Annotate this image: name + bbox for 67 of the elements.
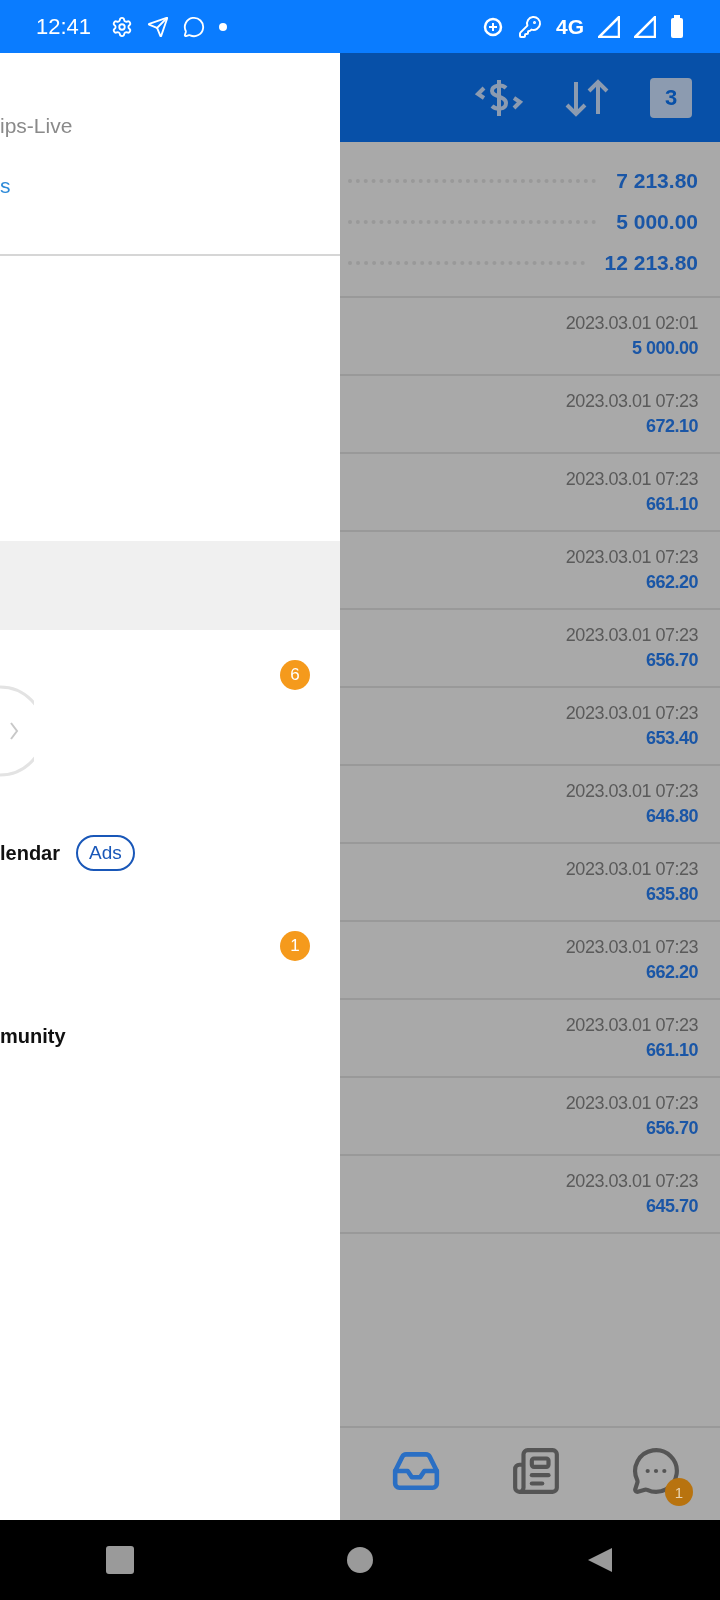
transaction-row[interactable]: 2023.03.01 07:23 645.70 <box>340 1156 720 1234</box>
calendar-icon[interactable]: 3 <box>650 77 692 118</box>
count-badge: 1 <box>280 931 310 961</box>
transaction-date: 2023.03.01 07:23 <box>565 391 698 412</box>
transaction-amount: 661.10 <box>645 1040 698 1061</box>
transaction-row[interactable]: 2023.03.01 02:01 5 000.00 <box>340 298 720 376</box>
signal-icon <box>598 15 620 38</box>
chevron-circle-icon <box>0 685 34 777</box>
currency-exchange-icon[interactable] <box>474 77 524 118</box>
transaction-date: 2023.03.01 02:01 <box>565 313 698 334</box>
home-icon[interactable] <box>346 1546 374 1574</box>
summary-value: 5 000.00 <box>616 209 698 234</box>
dot-icon <box>219 22 228 31</box>
sort-arrows-icon[interactable] <box>564 77 610 118</box>
transaction-date: 2023.03.01 07:23 <box>565 469 698 490</box>
count-badge: 6 <box>280 660 310 690</box>
transaction-amount: 635.80 <box>645 884 698 905</box>
transaction-amount: 662.20 <box>645 962 698 983</box>
menu-label[interactable]: munity <box>0 1024 66 1048</box>
summary-value: 12 213.80 <box>604 250 698 275</box>
transaction-date: 2023.03.01 07:23 <box>565 1093 698 1114</box>
transaction-row[interactable]: 2023.03.01 07:23 646.80 <box>340 766 720 844</box>
transaction-row[interactable]: 2023.03.01 07:23 662.20 <box>340 922 720 1000</box>
transaction-amount: 646.80 <box>645 806 698 827</box>
account-name: ips-Live <box>0 113 74 139</box>
transaction-amount: 653.40 <box>645 728 698 749</box>
data-saver-icon <box>482 15 504 38</box>
transaction-date: 2023.03.01 07:23 <box>565 1015 698 1036</box>
account-link[interactable]: s <box>0 173 11 199</box>
settings-icon <box>111 15 134 38</box>
summary-value: 7 213.80 <box>616 168 698 193</box>
transaction-date: 2023.03.01 07:23 <box>565 781 698 802</box>
transaction-row[interactable]: 2023.03.01 07:23 672.10 <box>340 376 720 454</box>
battery-icon <box>670 14 684 39</box>
ads-tag: Ads <box>76 835 135 871</box>
transaction-date: 2023.03.01 07:23 <box>565 547 698 568</box>
count-badge: 1 <box>665 1478 693 1506</box>
transaction-date: 2023.03.01 07:23 <box>565 703 698 724</box>
transaction-amount: 661.10 <box>645 494 698 515</box>
transaction-row[interactable]: 2023.03.01 07:23 661.10 <box>340 1000 720 1078</box>
nav-tab[interactable]: 1 <box>627 1442 693 1506</box>
menu-label[interactable]: lendar <box>0 841 61 865</box>
transaction-amount: 645.70 <box>645 1196 698 1217</box>
transaction-date: 2023.03.01 07:23 <box>565 625 698 646</box>
transaction-row[interactable]: 2023.03.01 07:23 661.10 <box>340 454 720 532</box>
newspaper-icon <box>511 1446 561 1496</box>
transaction-amount: 5 000.00 <box>631 338 698 359</box>
transaction-date: 2023.03.01 07:23 <box>565 859 698 880</box>
transaction-row[interactable]: 2023.03.01 07:23 656.70 <box>340 1078 720 1156</box>
transaction-amount: 656.70 <box>645 650 698 671</box>
signal-icon <box>634 15 656 38</box>
clock: 12:41 <box>36 13 92 40</box>
transaction-amount: 656.70 <box>645 1118 698 1139</box>
key-icon <box>518 14 542 39</box>
transaction-amount: 672.10 <box>645 416 698 437</box>
transaction-date: 2023.03.01 07:23 <box>565 937 698 958</box>
message-icon <box>183 15 206 38</box>
chat-icon <box>631 1446 681 1496</box>
transaction-row[interactable]: 2023.03.01 07:23 653.40 <box>340 688 720 766</box>
network-type: 4G <box>556 14 584 39</box>
transaction-date: 2023.03.01 07:23 <box>565 1171 698 1192</box>
transaction-amount: 662.20 <box>645 572 698 593</box>
transaction-row[interactable]: 2023.03.01 07:23 662.20 <box>340 532 720 610</box>
paper-plane-icon <box>147 15 170 38</box>
transaction-row[interactable]: 2023.03.01 07:23 656.70 <box>340 610 720 688</box>
back-icon[interactable] <box>586 1546 614 1574</box>
transaction-row[interactable]: 2023.03.01 07:23 635.80 <box>340 844 720 922</box>
